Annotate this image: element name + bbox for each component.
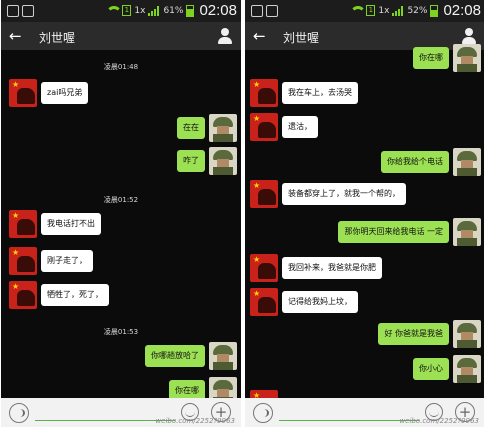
status-bar: 1 1x 52% 02:08	[245, 0, 484, 22]
network-type: 1x	[134, 5, 146, 16]
my-avatar[interactable]	[453, 148, 481, 176]
message-bubble-incoming: 记得给我妈上坟，	[282, 291, 358, 313]
phone-screen-right: 1 1x 52% 02:08 ← 刘世喔 你在哪 ★ 我在车上，去汤哭 ★ 遗沽…	[245, 0, 484, 427]
message-bubble-outgoing: 那你明天回来给我电话 一定	[338, 221, 449, 243]
message-input[interactable]	[35, 420, 175, 421]
input-bar: + weibo.com/2252?9963	[245, 398, 484, 427]
voice-icon[interactable]	[253, 403, 273, 423]
status-clock: 02:08	[199, 2, 237, 19]
battery-icon	[430, 4, 439, 17]
my-avatar[interactable]	[453, 218, 481, 246]
message-bubble-incoming: 我电话打不出	[41, 213, 101, 235]
notification-icon	[7, 5, 19, 17]
back-arrow-icon[interactable]: ←	[253, 28, 269, 44]
chat-header: ← 刘世喔	[245, 22, 484, 50]
contact-avatar[interactable]: ★	[250, 288, 278, 316]
contact-avatar[interactable]: ★	[9, 281, 37, 309]
network-type: 1x	[378, 5, 390, 16]
status-bar: 1 1x 61% 02:08	[1, 0, 241, 22]
message-bubble-outgoing: 你在哪	[413, 47, 449, 69]
chat-title: 刘世喔	[283, 31, 320, 45]
my-avatar[interactable]	[209, 114, 237, 142]
message-bubble-outgoing: 你小心	[413, 358, 449, 380]
profile-icon[interactable]	[217, 27, 233, 45]
message-bubble-outgoing: 你哪趟放哈了	[145, 345, 205, 367]
notification-icon	[22, 5, 34, 17]
image-icon	[266, 5, 278, 17]
chat-header: ← 刘世喔	[1, 22, 241, 50]
back-arrow-icon[interactable]: ←	[9, 28, 25, 44]
profile-icon[interactable]	[461, 27, 477, 45]
contact-avatar[interactable]: ★	[250, 180, 278, 208]
status-clock: 02:08	[443, 2, 481, 19]
message-bubble-incoming: 刚子走了，	[41, 250, 93, 272]
message-input[interactable]	[279, 420, 419, 421]
contact-avatar[interactable]: ★	[250, 79, 278, 107]
watermark: weibo.com/2252?9963	[155, 417, 235, 425]
my-avatar[interactable]	[453, 320, 481, 348]
battery-icon	[186, 4, 195, 17]
input-bar: + weibo.com/2252?9963	[1, 398, 241, 427]
my-avatar[interactable]	[453, 355, 481, 383]
message-bubble-outgoing: 你给我给个电话	[381, 151, 449, 173]
wifi-icon	[105, 5, 123, 16]
notification-icon	[251, 5, 263, 17]
message-timestamp: 凌晨01:53	[103, 328, 139, 336]
message-bubble-outgoing: 好 你爸就是我爸	[378, 323, 449, 345]
message-timestamp: 凌晨01:48	[103, 63, 139, 71]
message-bubble-incoming: 我在车上，去汤哭	[282, 82, 358, 104]
contact-avatar[interactable]: ★	[9, 210, 37, 238]
message-bubble-incoming: zai吗兄弟	[41, 82, 89, 104]
battery-percent: 61%	[163, 5, 184, 16]
sim-icon: 1	[366, 5, 376, 16]
message-bubble-incoming: 遗沽，	[282, 116, 318, 138]
contact-avatar[interactable]: ★	[9, 79, 37, 107]
message-bubble-outgoing: 在在	[177, 117, 205, 139]
watermark: weibo.com/2252?9963	[399, 417, 479, 425]
message-bubble-incoming: 我回补来，我爸就是你肥	[282, 257, 382, 279]
contact-avatar[interactable]: ★	[250, 113, 278, 141]
contact-avatar[interactable]: ★	[250, 254, 278, 282]
my-avatar[interactable]	[453, 44, 481, 72]
chat-area[interactable]: 凌晨01:48 ★ zai吗兄弟 在在 咋了 凌晨01:52 ★ 我电话打不出 …	[1, 50, 241, 405]
my-avatar[interactable]	[209, 147, 237, 175]
wifi-icon	[349, 5, 367, 16]
my-avatar[interactable]	[209, 342, 237, 370]
battery-percent: 52%	[407, 5, 428, 16]
chat-area[interactable]: 你在哪 ★ 我在车上，去汤哭 ★ 遗沽， 你给我给个电话 ★ 装备都穿上了，就我…	[245, 44, 484, 418]
signal-icon	[392, 5, 404, 16]
voice-icon[interactable]	[9, 403, 29, 423]
message-bubble-incoming: 装备都穿上了，就我一个帮的，	[282, 183, 406, 205]
message-timestamp: 凌晨01:52	[103, 196, 139, 204]
contact-avatar[interactable]: ★	[9, 247, 37, 275]
chat-title: 刘世喔	[39, 31, 76, 45]
sim-icon: 1	[122, 5, 132, 16]
signal-icon	[148, 5, 160, 16]
phone-screen-left: 1 1x 61% 02:08 ← 刘世喔 凌晨01:48 ★ zai吗兄弟 在在…	[1, 0, 241, 427]
message-bubble-incoming: 牺牲了，死了，	[41, 284, 109, 306]
message-bubble-outgoing: 咋了	[177, 150, 205, 172]
